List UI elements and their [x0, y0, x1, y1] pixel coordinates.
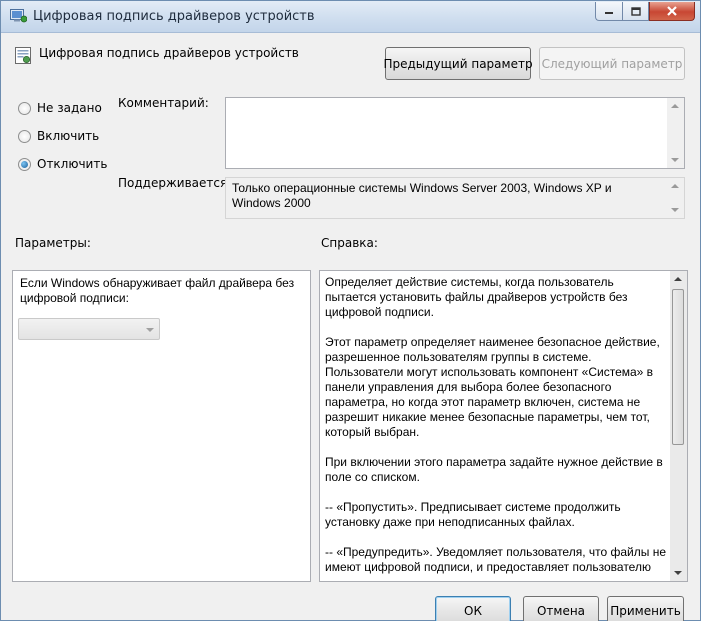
radio-label: Не задано — [37, 101, 102, 115]
options-description: Если Windows обнаруживает файл драйвера … — [20, 276, 295, 305]
action-dropdown[interactable] — [18, 318, 160, 340]
title-bar[interactable]: Цифровая подпись драйверов устройств — [1, 1, 700, 33]
supported-label: Поддерживается: — [118, 176, 232, 190]
help-text: Определяет действие системы, когда польз… — [325, 275, 667, 581]
scroll-thumb[interactable] — [672, 289, 684, 445]
radio-not-configured[interactable]: Не задано — [18, 101, 102, 115]
help-paragraph: -- «Пропустить». Предписывает системе пр… — [325, 500, 621, 529]
maximize-icon — [630, 6, 641, 16]
help-paragraph: Этот параметр определяет наименее безопа… — [325, 335, 660, 439]
options-label: Параметры: — [15, 236, 91, 250]
radio-label: Включить — [37, 129, 100, 143]
scroll-up-icon[interactable] — [671, 184, 679, 188]
comment-label: Комментарий: — [118, 96, 209, 110]
radio-circle[interactable] — [18, 101, 31, 115]
close-icon — [667, 6, 677, 16]
chevron-down-icon[interactable] — [146, 328, 154, 332]
scroll-down-icon[interactable] — [671, 158, 679, 162]
help-panel: Определяет действие системы, когда польз… — [319, 270, 688, 582]
ok-button[interactable]: ОК — [435, 596, 511, 621]
previous-setting-button[interactable]: Предыдущий параметр — [383, 47, 533, 80]
window-controls — [595, 2, 695, 21]
scroll-up-icon[interactable] — [674, 277, 682, 281]
minimize-button[interactable] — [595, 2, 622, 21]
options-panel: Если Windows обнаруживает файл драйвера … — [12, 270, 311, 582]
supported-scrollbar[interactable] — [667, 178, 684, 218]
help-paragraph: Определяет действие системы, когда польз… — [325, 275, 628, 319]
supported-on-box: Только операционные системы Windows Serv… — [225, 177, 685, 219]
help-label: Справка: — [321, 236, 378, 250]
minimize-icon — [605, 12, 613, 14]
supported-value: Только операционные системы Windows Serv… — [232, 181, 612, 210]
help-scrollbar[interactable] — [670, 271, 687, 581]
scroll-down-icon[interactable] — [674, 571, 682, 575]
policy-setting-icon — [15, 47, 31, 64]
cancel-button[interactable]: Отмена — [523, 596, 599, 621]
radio-disabled[interactable]: Отключить — [18, 157, 107, 171]
comment-scrollbar[interactable] — [667, 98, 684, 168]
next-setting-button[interactable]: Следующий параметр — [539, 47, 685, 80]
comment-textarea[interactable] — [225, 97, 685, 169]
window-title: Цифровая подпись драйверов устройств — [33, 9, 315, 24]
policy-name: Цифровая подпись драйверов устройств — [39, 46, 299, 60]
help-paragraph: При включении этого параметра задайте ну… — [325, 455, 663, 484]
policy-window-icon — [10, 9, 27, 23]
scroll-up-icon[interactable] — [671, 104, 679, 108]
apply-button[interactable]: Применить — [607, 596, 684, 621]
maximize-button[interactable] — [622, 2, 649, 21]
radio-circle-checked[interactable] — [18, 157, 31, 171]
scroll-down-icon[interactable] — [671, 208, 679, 212]
radio-circle[interactable] — [18, 129, 31, 143]
radio-label: Отключить — [37, 157, 108, 171]
close-button[interactable] — [649, 2, 695, 21]
help-paragraph: -- «Предупредить». Уведомляет пользовате… — [325, 545, 667, 574]
comment-value — [226, 98, 684, 104]
dialog-window: Цифровая подпись драйверов устройств Циф… — [0, 0, 701, 621]
radio-enabled[interactable]: Включить — [18, 129, 99, 143]
dialog-body: Цифровая подпись драйверов устройств Пре… — [1, 34, 700, 621]
